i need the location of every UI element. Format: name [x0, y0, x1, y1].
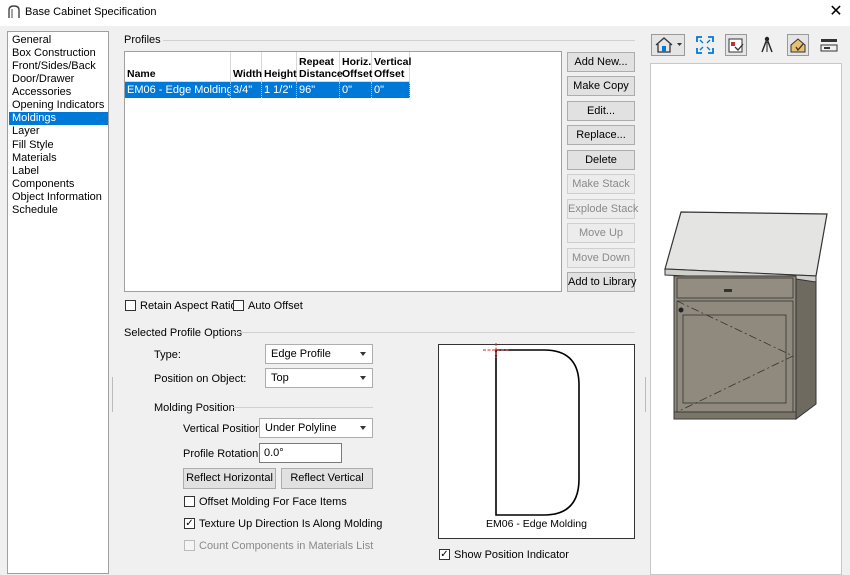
- vertical-position-label: Vertical Position:: [183, 423, 265, 435]
- sidebar-item-components[interactable]: Components: [9, 178, 108, 191]
- splitter-handle-right[interactable]: [645, 377, 646, 412]
- profile-rotation-input[interactable]: 0.0°: [259, 443, 342, 463]
- texture-up-checkbox[interactable]: ✓: [184, 518, 195, 529]
- delete-button[interactable]: Delete: [567, 150, 635, 170]
- retain-aspect-ratio-checkbox[interactable]: [125, 300, 136, 311]
- material-view-icon[interactable]: [787, 34, 809, 56]
- position-value: Top: [271, 372, 289, 384]
- house-view-icon[interactable]: [651, 34, 685, 56]
- cell-name: EM06 - Edge Molding: [127, 82, 231, 98]
- type-label: Type:: [154, 349, 181, 361]
- cabinet-model: [664, 211, 828, 420]
- move-up-button[interactable]: Move Up: [567, 223, 635, 243]
- cabinet-3d-view[interactable]: [650, 63, 842, 575]
- position-on-object-label: Position on Object:: [154, 373, 247, 385]
- close-icon[interactable]: ✕: [826, 3, 846, 23]
- edit-button[interactable]: Edit...: [567, 101, 635, 121]
- make-stack-button[interactable]: Make Stack: [567, 174, 635, 194]
- count-components-checkbox[interactable]: [184, 540, 195, 551]
- sidebar-item-accessories[interactable]: Accessories: [9, 86, 108, 99]
- molding-position-label: Molding Position: [154, 402, 235, 414]
- profiles-table[interactable]: Name Width Height Repeat Distance Horiz.…: [124, 51, 562, 292]
- move-down-button[interactable]: Move Down: [567, 248, 635, 268]
- offset-molding-label: Offset Molding For Face Items: [199, 496, 347, 508]
- vertical-position-value: Under Polyline: [265, 422, 337, 434]
- fit-view-icon[interactable]: [694, 34, 716, 56]
- selected-profile-options-label: Selected Profile Options: [124, 327, 243, 339]
- splitter-handle[interactable]: [112, 377, 113, 412]
- retain-aspect-ratio-label: Retain Aspect Ratio: [140, 300, 237, 312]
- camera-icon[interactable]: [756, 34, 778, 56]
- texture-up-label: Texture Up Direction Is Along Molding: [199, 518, 383, 530]
- sidebar-item-front-sides-back[interactable]: Front/Sides/Back: [9, 60, 108, 73]
- replace-button[interactable]: Replace...: [567, 125, 635, 145]
- cell-vertical-offset: 0": [372, 82, 410, 98]
- sidebar-item-label[interactable]: Label: [9, 165, 108, 178]
- profiles-divider: [163, 40, 635, 41]
- profile-rotation-label: Profile Rotation:: [183, 448, 262, 460]
- column-header-horiz-offset[interactable]: Horiz. Offset: [340, 52, 372, 82]
- add-new-button[interactable]: Add New...: [567, 52, 635, 72]
- sidebar-item-moldings[interactable]: Moldings: [9, 112, 108, 126]
- column-header-name[interactable]: Name: [125, 52, 231, 82]
- make-copy-button[interactable]: Make Copy: [567, 76, 635, 96]
- explode-stack-button[interactable]: Explode Stack: [567, 199, 638, 219]
- column-header-width[interactable]: Width: [231, 52, 262, 82]
- sidebar-item-schedule[interactable]: Schedule: [9, 204, 108, 217]
- vertical-position-select[interactable]: Under Polyline: [259, 418, 373, 438]
- molding-position-divider: [233, 407, 373, 408]
- sidebar-item-layer[interactable]: Layer: [9, 125, 108, 138]
- position-indicator-icon: [483, 343, 509, 358]
- sidebar-item-general[interactable]: General: [9, 34, 108, 47]
- toolbar-options-icon[interactable]: [818, 34, 840, 56]
- sidebar-item-materials[interactable]: Materials: [9, 152, 108, 165]
- profile-preview: EM06 - Edge Molding: [438, 343, 635, 539]
- count-components-label: Count Components in Materials List: [199, 540, 374, 552]
- cell-horiz-offset: 0": [340, 82, 372, 98]
- app-logo-icon: [8, 5, 20, 18]
- cell-width: 3/4": [231, 82, 262, 98]
- cell-repeat-distance: 96": [297, 82, 340, 98]
- show-position-indicator-checkbox[interactable]: ✓: [439, 549, 450, 560]
- show-position-indicator-label: Show Position Indicator: [454, 549, 569, 561]
- auto-offset-label: Auto Offset: [248, 300, 303, 312]
- column-header-height[interactable]: Height: [262, 52, 297, 82]
- title-bar: Base Cabinet Specification ✕: [0, 0, 850, 26]
- sidebar-item-fill-style[interactable]: Fill Style: [9, 139, 108, 152]
- cell-height: 1 1/2": [262, 82, 297, 98]
- sidebar-item-opening-indicators[interactable]: Opening Indicators: [9, 99, 108, 112]
- sidebar-item-door-drawer[interactable]: Door/Drawer: [9, 73, 108, 86]
- table-row[interactable]: EM06 - Edge Molding 3/4" 1 1/2" 96" 0" 0…: [125, 82, 410, 98]
- preview-options-icon[interactable]: [725, 34, 747, 56]
- offset-molding-checkbox[interactable]: [184, 496, 195, 507]
- checkmark-icon: ✓: [440, 549, 449, 560]
- checkmark-icon: ✓: [185, 518, 194, 529]
- reflect-horizontal-button[interactable]: Reflect Horizontal: [183, 468, 276, 489]
- position-on-object-select[interactable]: Top: [265, 368, 373, 388]
- preview-caption: EM06 - Edge Molding: [486, 518, 587, 530]
- chevron-down-icon: [360, 352, 366, 356]
- window-title: Base Cabinet Specification: [25, 6, 157, 18]
- chevron-down-icon: [360, 426, 366, 430]
- column-header-repeat-distance[interactable]: Repeat Distance: [297, 52, 343, 82]
- type-select[interactable]: Edge Profile: [265, 344, 373, 364]
- sidebar-nav: General Box Construction Front/Sides/Back D…: [7, 31, 109, 574]
- auto-offset-checkbox[interactable]: [233, 300, 244, 311]
- type-value: Edge Profile: [271, 348, 331, 360]
- profiles-group-label: Profiles: [124, 34, 161, 46]
- add-to-library-button[interactable]: Add to Library: [567, 272, 636, 292]
- sidebar-item-object-information[interactable]: Object Information: [9, 191, 108, 204]
- sidebar-item-box-construction[interactable]: Box Construction: [9, 47, 108, 60]
- reflect-vertical-button[interactable]: Reflect Vertical: [281, 468, 373, 489]
- selected-profile-divider: [232, 332, 635, 333]
- chevron-down-icon: [360, 376, 366, 380]
- profile-shape-drawing: [495, 349, 580, 516]
- column-header-vertical-offset[interactable]: Vertical Offset: [372, 52, 411, 82]
